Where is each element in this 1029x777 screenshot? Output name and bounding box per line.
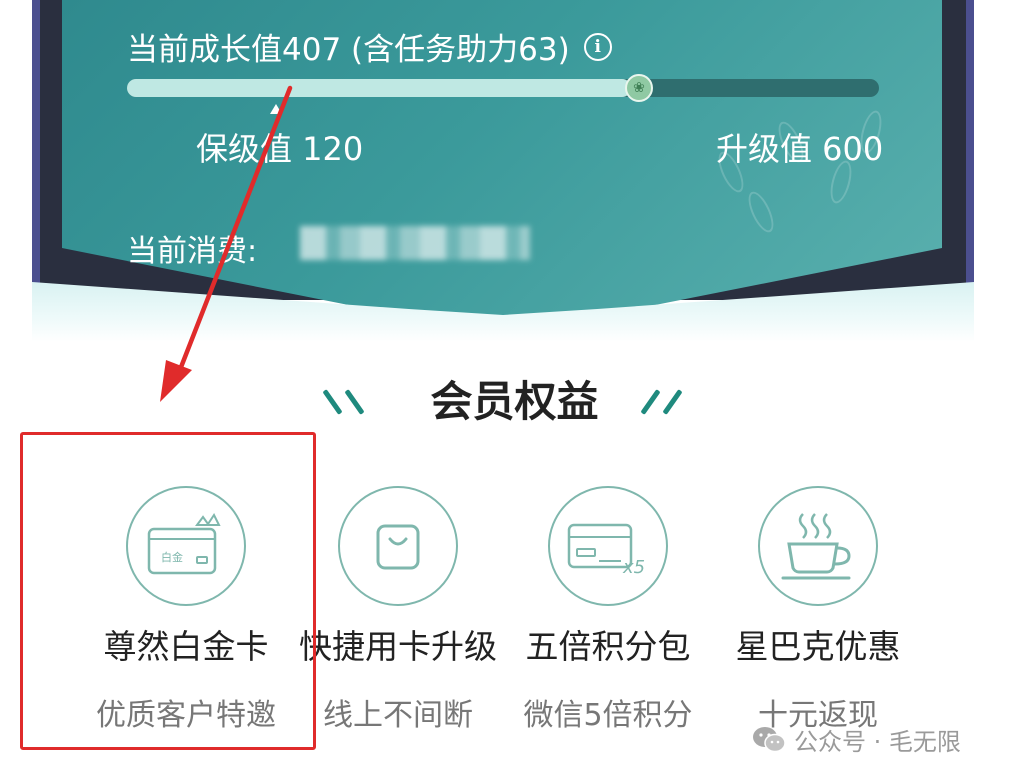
current-spend-label: 当前消费:	[127, 234, 258, 269]
benefit-desc: 微信5倍积分	[523, 698, 693, 733]
growth-value-text: 当前成长值407 (含任务助力63)	[127, 32, 570, 68]
coffee-cup-icon	[758, 486, 878, 606]
benefit-name: 快捷用卡升级	[299, 627, 497, 666]
benefit-desc: 线上不间断	[323, 698, 473, 733]
watermark: 公众号 · 毛无限	[752, 722, 961, 757]
wheat-decoration	[743, 188, 779, 236]
card-x5-icon: x5	[548, 486, 668, 606]
growth-progress-fill	[127, 79, 631, 97]
wheat-knob-icon: ❀	[625, 74, 653, 102]
keep-level-marker-icon	[270, 104, 282, 114]
info-icon[interactable]: i	[583, 32, 612, 61]
wechat-icon	[752, 726, 786, 754]
benefit-name: 五倍积分包	[525, 627, 691, 666]
growth-progress-bar	[127, 79, 879, 97]
growth-value-line: 当前成长值407 (含任务助力63) i	[127, 24, 612, 69]
benefits-title: 会员权益	[430, 377, 599, 426]
watermark-text: 公众号 · 毛无限	[794, 728, 961, 756]
multiplier-text: x5	[622, 557, 645, 578]
highlight-box	[20, 432, 316, 750]
keep-level-label: 保级值 120	[196, 130, 364, 168]
current-spend-value-redacted	[300, 226, 530, 260]
benefit-name: 星巴克优惠	[735, 627, 901, 666]
shopping-bag-icon	[338, 486, 458, 606]
upgrade-level-label: 升级值 600	[716, 130, 884, 168]
